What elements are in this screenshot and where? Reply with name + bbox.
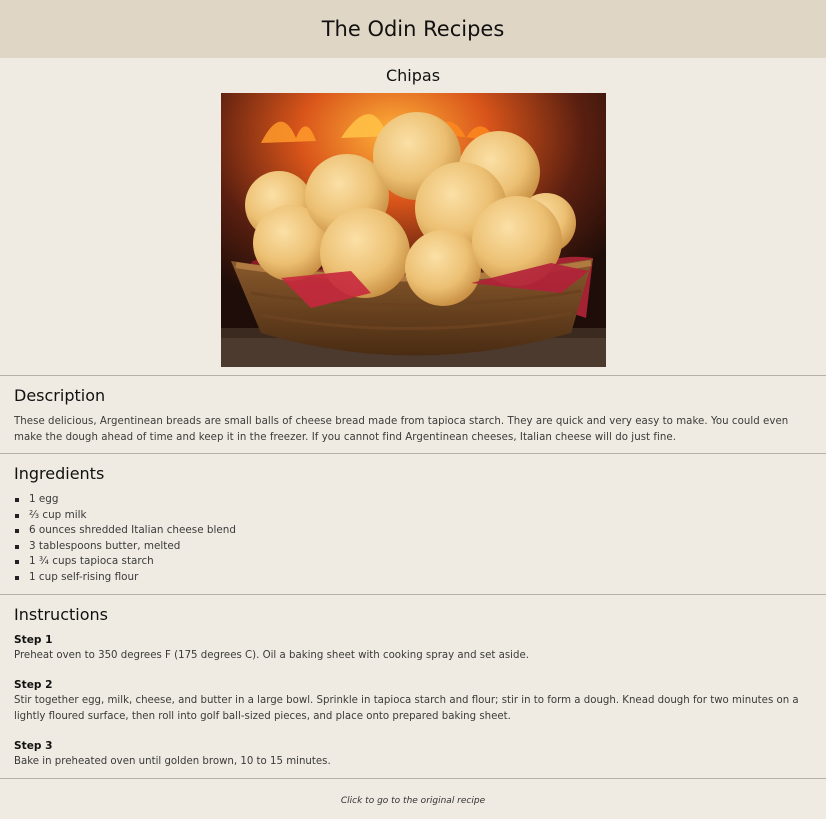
ingredient-item: ⅔ cup milk (14, 508, 812, 524)
instruction-step: Step 3 Bake in preheated oven until gold… (14, 739, 812, 770)
description-text: These delicious, Argentinean breads are … (14, 416, 789, 443)
step-title: Step 3 (14, 739, 53, 752)
instructions-section: Instructions Step 1 Preheat oven to 350 … (0, 593, 826, 778)
instruction-step: Step 2 Stir together egg, milk, cheese, … (14, 678, 812, 725)
ingredients-heading: Ingredients (14, 464, 105, 483)
original-recipe-link[interactable]: Click to go to the original recipe (341, 796, 485, 806)
site-title: The Odin Recipes (321, 17, 505, 41)
ingredient-item: 1 egg (14, 492, 812, 508)
page-footer: Click to go to the original recipe (0, 777, 826, 807)
step-text: Preheat oven to 350 degrees F (175 degre… (14, 649, 529, 661)
recipe-title: Chipas (385, 66, 441, 85)
step-text: Bake in preheated oven until golden brow… (14, 755, 331, 767)
description-section: Description These delicious, Argentinean… (0, 375, 826, 453)
ingredients-section: Ingredients 1 egg ⅔ cup milk 6 ounces sh… (0, 453, 826, 594)
step-title: Step 1 (14, 633, 53, 646)
instructions-heading: Instructions (14, 604, 108, 624)
instruction-step: Step 1 Preheat oven to 350 degrees F (17… (14, 633, 812, 664)
step-text: Stir together egg, milk, cheese, and but… (14, 694, 799, 722)
ingredient-item: 1 cup self-rising flour (14, 570, 812, 586)
ingredient-item: 1 ¾ cups tapioca starch (14, 554, 812, 570)
site-header: The Odin Recipes (0, 0, 826, 58)
ingredient-item: 6 ounces shredded Italian cheese blend (14, 523, 812, 539)
step-title: Step 2 (14, 678, 53, 691)
description-heading: Description (14, 386, 106, 405)
recipe-image (220, 93, 606, 367)
ingredients-list: 1 egg ⅔ cup milk 6 ounces shredded Itali… (14, 492, 812, 586)
ingredient-item: 3 tablespoons butter, melted (14, 539, 812, 555)
